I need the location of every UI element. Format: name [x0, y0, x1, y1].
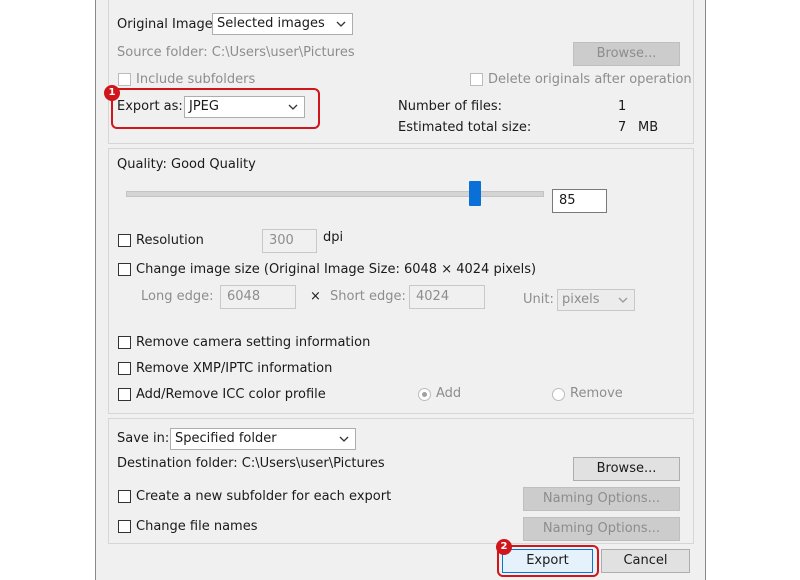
add-radio[interactable] [418, 388, 431, 401]
unit-value: pixels [562, 292, 600, 307]
resolution-label: Resolution [136, 233, 204, 248]
quality-slider-thumb[interactable] [469, 181, 481, 206]
destination-browse-button[interactable]: Browse... [573, 457, 680, 481]
source-folder-text: Source folder: C:\Users\user\Pictures [117, 45, 355, 60]
save-in-select[interactable]: Specified folder [170, 428, 356, 450]
icc-profile-checkbox[interactable] [118, 388, 131, 401]
number-of-files-value: 1 [618, 99, 627, 114]
short-edge-label: Short edge: [330, 289, 406, 304]
short-edge-input[interactable]: 4024 [409, 285, 485, 309]
remove-camera-label: Remove camera setting information [136, 335, 371, 350]
estimated-size-unit: MB [638, 120, 659, 135]
long-edge-label: Long edge: [141, 289, 214, 304]
new-subfolder-checkbox[interactable] [118, 490, 131, 503]
remove-camera-checkbox[interactable] [118, 336, 131, 349]
remove-radio-label: Remove [570, 386, 623, 401]
quality-label: Quality: Good Quality [117, 157, 256, 172]
quality-slider-track[interactable] [126, 191, 544, 197]
save-in-value: Specified folder [175, 431, 277, 446]
step-1-badge: 1 [104, 85, 120, 101]
change-file-names-checkbox[interactable] [118, 520, 131, 533]
new-subfolder-label: Create a new subfolder for each export [136, 489, 392, 504]
resolution-checkbox[interactable] [118, 234, 131, 247]
include-subfolders-checkbox[interactable] [118, 73, 131, 86]
cancel-button[interactable]: Cancel [601, 549, 690, 573]
add-radio-label: Add [436, 386, 462, 401]
quality-value-input[interactable]: 85 [552, 189, 607, 213]
change-image-size-label: Change image size (Original Image Size: … [136, 262, 537, 277]
original-image-select[interactable]: Selected images [212, 13, 353, 35]
remove-radio[interactable] [552, 388, 565, 401]
save-in-label: Save in: [117, 431, 170, 446]
number-of-files-label: Number of files: [398, 99, 502, 114]
source-browse-button[interactable]: Browse... [573, 42, 680, 66]
naming-options-button-1[interactable]: Naming Options... [523, 487, 680, 511]
remove-xmp-label: Remove XMP/IPTC information [136, 361, 333, 376]
delete-originals-label: Delete originals after operation [488, 72, 692, 87]
chevron-down-icon [339, 436, 349, 442]
step-2-badge: 2 [496, 539, 512, 555]
chevron-down-icon [618, 297, 628, 303]
naming-options-button-2[interactable]: Naming Options... [523, 517, 680, 541]
original-image-value: Selected images [217, 16, 325, 31]
delete-originals-checkbox[interactable] [470, 73, 483, 86]
remove-xmp-checkbox[interactable] [118, 362, 131, 375]
include-subfolders-label: Include subfolders [136, 72, 256, 87]
resolution-input[interactable]: 300 [262, 229, 317, 253]
estimated-size-value: 7 [618, 120, 627, 135]
long-edge-input[interactable]: 6048 [220, 285, 296, 309]
change-file-names-label: Change file names [136, 519, 258, 534]
export-highlight [497, 545, 599, 577]
unit-label: Unit: [523, 292, 554, 307]
chevron-down-icon [336, 21, 346, 27]
unit-select[interactable]: pixels [557, 289, 635, 311]
estimated-size-label: Estimated total size: [398, 120, 532, 135]
export-as-highlight [111, 88, 320, 129]
times-sign: × [310, 289, 321, 304]
resolution-unit: dpi [323, 230, 344, 245]
icc-profile-label: Add/Remove ICC color profile [136, 387, 326, 402]
change-image-size-checkbox[interactable] [118, 263, 131, 276]
destination-folder-text: Destination folder: C:\Users\user\Pictur… [117, 456, 385, 471]
original-image-label: Original Image: [117, 17, 218, 32]
